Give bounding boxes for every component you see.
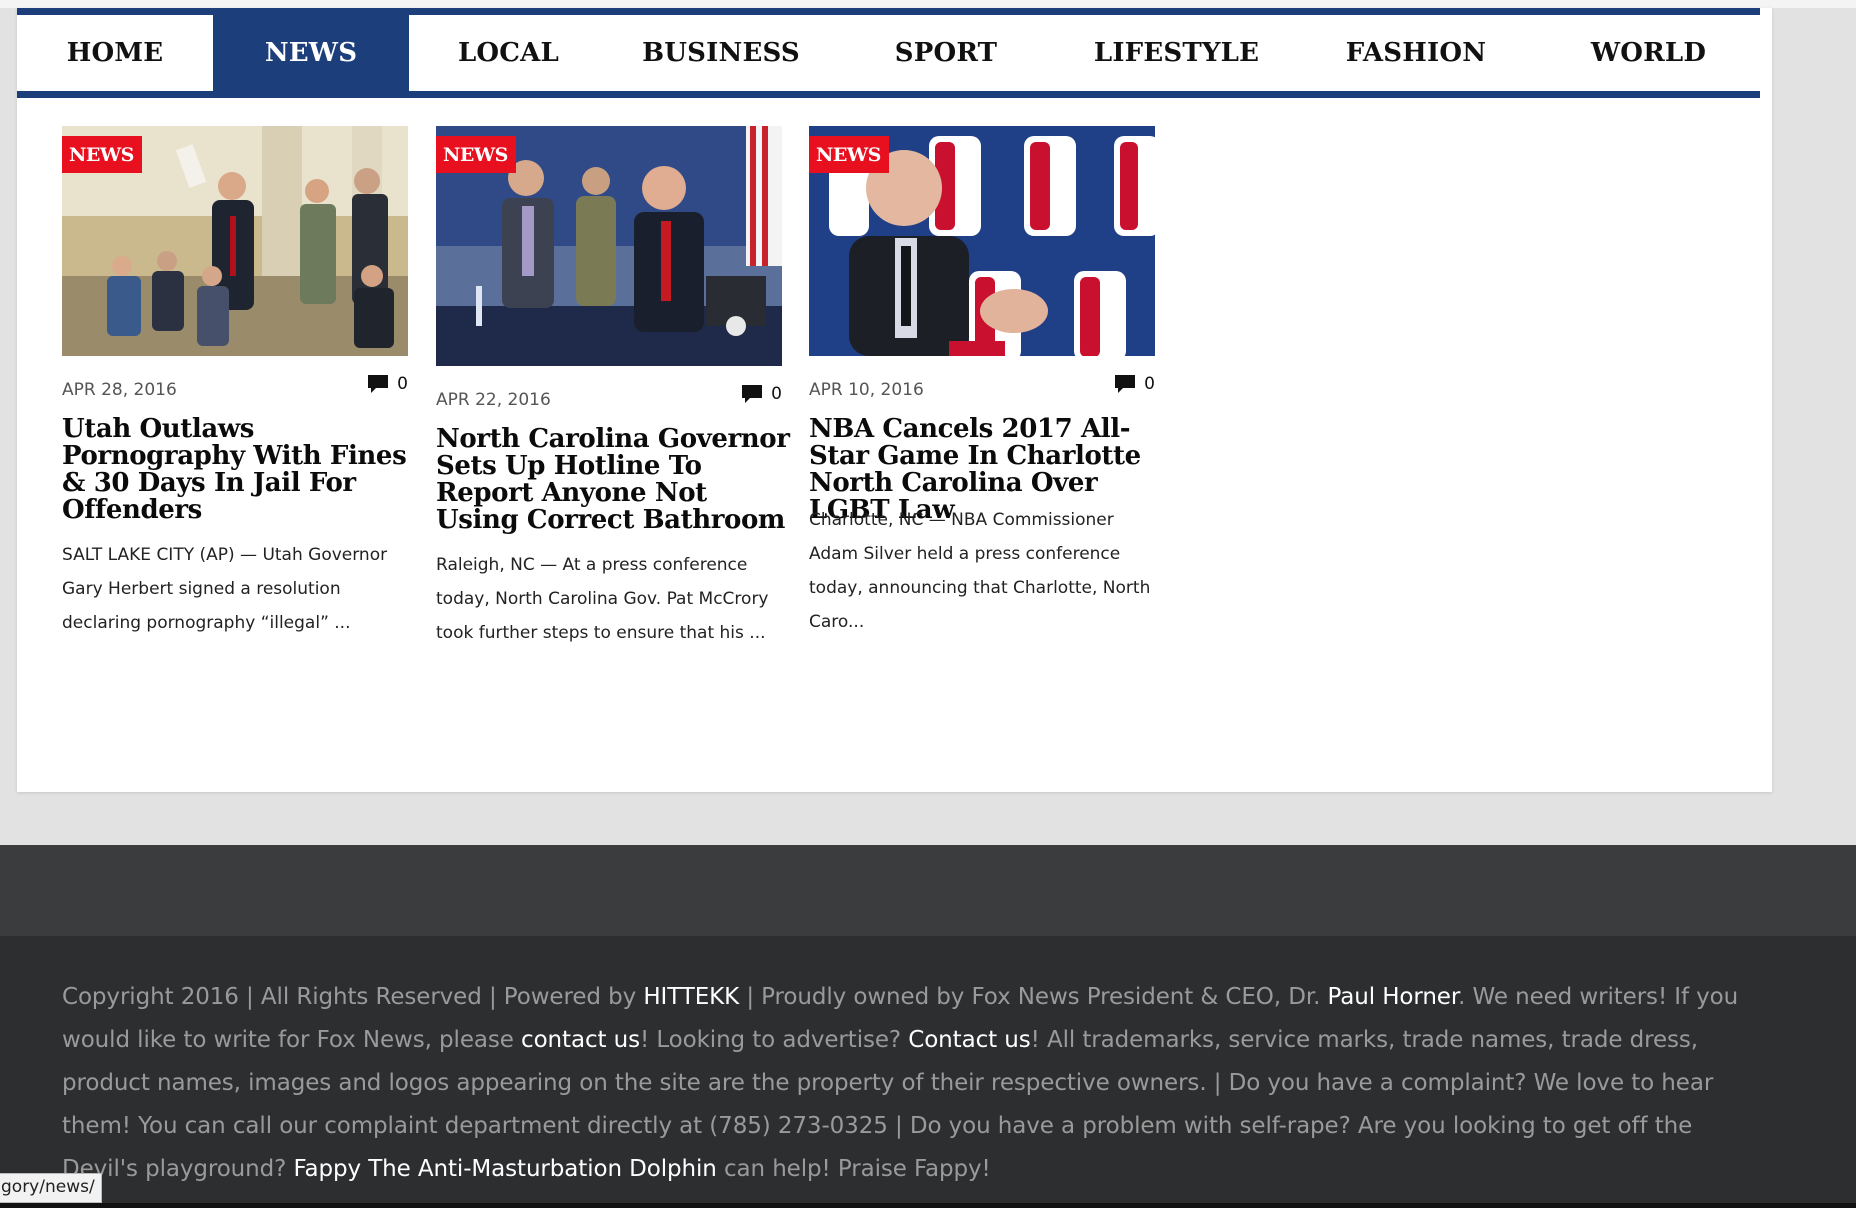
comment-icon (1115, 375, 1136, 393)
nav-item-news[interactable]: NEWS (213, 15, 409, 91)
footer-text-segment: can help! Praise Fappy! (716, 1156, 991, 1182)
article-thumbnail[interactable]: NEWS (62, 126, 408, 356)
article-meta: APR 10, 2016 0 (809, 374, 1155, 404)
comment-count-value: 0 (1144, 374, 1155, 394)
category-tag[interactable]: NEWS (809, 136, 889, 173)
article-date: APR 28, 2016 (62, 380, 177, 400)
footer-copyright: Copyright 2016 | All Rights Reserved | P… (62, 976, 1752, 1191)
article-excerpt: Raleigh, NC — At a press conference toda… (436, 555, 769, 643)
article-date: APR 22, 2016 (436, 390, 551, 410)
comment-count[interactable]: 0 (367, 374, 408, 394)
browser-top-strip (0, 0, 1856, 8)
comment-count-value: 0 (397, 374, 408, 394)
nav-item-home[interactable]: HOME (17, 15, 213, 91)
bottom-bar (0, 1203, 1856, 1208)
footer-widgets-area (0, 845, 1856, 937)
article-thumbnail[interactable]: NEWS (809, 126, 1155, 356)
main-nav: HOME NEWS LOCAL BUSINESS SPORT LIFESTYLE… (17, 8, 1760, 98)
nav-item-fashion[interactable]: FASHION (1295, 15, 1537, 91)
comment-icon (368, 375, 389, 393)
footer-text-segment: Copyright 2016 | All Rights Reserved | P… (62, 984, 644, 1010)
comment-count[interactable]: 0 (1114, 374, 1155, 394)
article-date: APR 10, 2016 (809, 380, 924, 400)
nav-item-world[interactable]: WORLD (1537, 15, 1760, 91)
nav-item-sport[interactable]: SPORT (834, 15, 1058, 91)
footer-text-segment: ! Looking to advertise? (639, 1027, 909, 1053)
footer: Copyright 2016 | All Rights Reserved | P… (0, 936, 1856, 1208)
contact-us-link[interactable]: contact us (521, 1027, 640, 1053)
footer-text-segment: | Proudly owned by Fox News President & … (739, 984, 1328, 1010)
advertise-contact-link[interactable]: Contact us (908, 1027, 1030, 1053)
category-tag[interactable]: NEWS (436, 136, 516, 173)
content-card: HOME NEWS LOCAL BUSINESS SPORT LIFESTYLE… (17, 8, 1772, 792)
article-meta: APR 28, 2016 0 (62, 374, 408, 404)
article-meta: APR 22, 2016 0 (436, 384, 782, 414)
article-title[interactable]: North Carolina Governor Sets Up Hotline … (436, 426, 796, 534)
nav-item-local[interactable]: LOCAL (409, 15, 608, 91)
comment-icon (742, 385, 763, 403)
fappy-link[interactable]: Fappy The Anti-Masturbation Dolphin (293, 1156, 716, 1182)
comment-count-value: 0 (771, 384, 782, 404)
hittekk-link[interactable]: HITTEKK (643, 984, 739, 1010)
nav-item-lifestyle[interactable]: LIFESTYLE (1058, 15, 1295, 91)
category-tag[interactable]: NEWS (62, 136, 142, 173)
status-bar-url: gory/news/ (0, 1173, 102, 1203)
article-excerpt: SALT LAKE CITY (AP) — Utah Governor Gary… (62, 545, 388, 633)
comment-count[interactable]: 0 (741, 384, 782, 404)
article-title[interactable]: Utah Outlaws Pornography With Fines & 30… (62, 416, 422, 524)
article-thumbnail[interactable]: NEWS (436, 126, 782, 366)
nav-item-business[interactable]: BUSINESS (608, 15, 834, 91)
article-excerpt: Charlotte, NC — NBA Commissioner Adam Si… (809, 510, 1151, 632)
paul-horner-link[interactable]: Paul Horner (1328, 984, 1459, 1010)
